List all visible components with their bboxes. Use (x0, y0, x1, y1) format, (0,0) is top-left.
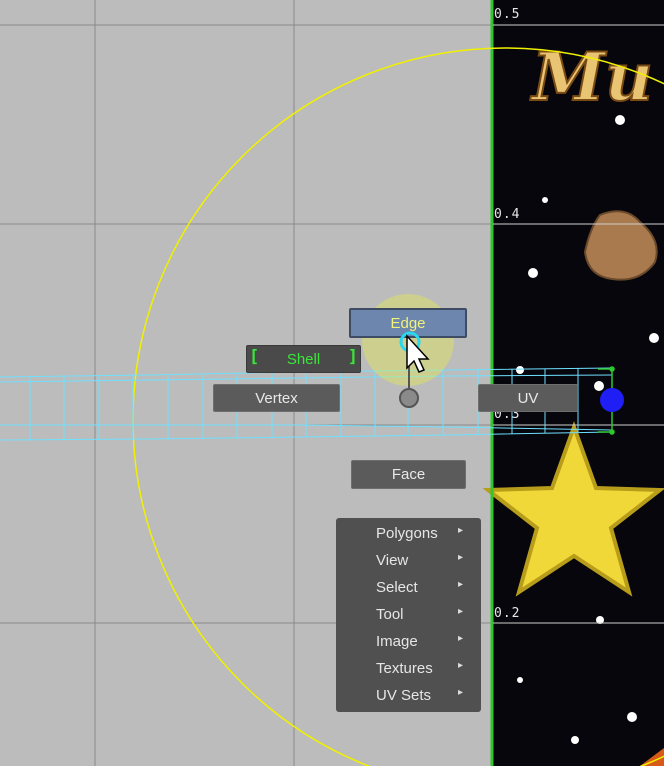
menu-item-uv-sets[interactable]: UV Sets ▸ (376, 682, 481, 709)
uv-grid-canvas[interactable]: Mu (0, 0, 664, 766)
submenu-arrow-icon: ▸ (457, 660, 463, 671)
uv-editor-viewport[interactable]: Mu 0.5 0.4 0.3 0.2 Edge [Shell] Vertex… (0, 0, 664, 766)
texture-image: Mu (482, 0, 664, 766)
submenu-arrow-icon: ▸ (457, 606, 463, 617)
marking-menu-vertex-button[interactable]: Vertex (213, 384, 340, 412)
menu-item-select[interactable]: Select ▸ (376, 574, 481, 601)
circle-handle-icon[interactable] (399, 388, 419, 408)
submenu-arrow-icon: ▸ (457, 687, 463, 698)
menu-item-label: View (376, 552, 409, 569)
menu-item-label: Polygons (376, 525, 438, 542)
menu-item-label: Textures (376, 660, 433, 677)
marking-menu-uv-button[interactable]: UV (478, 384, 578, 412)
submenu-arrow-icon: ▸ (457, 633, 463, 644)
menu-item-tool[interactable]: Tool ▸ (376, 601, 481, 628)
uv-label: UV (517, 389, 539, 407)
bracket-left-icon: [ (249, 347, 260, 367)
menu-item-label: Tool (376, 606, 404, 623)
marking-menu-face-button[interactable]: Face (351, 460, 466, 489)
shell-label: Shell (286, 350, 321, 368)
blue-dot-handle-icon[interactable] (600, 388, 624, 412)
context-menu: Polygons ▸ View ▸ Select ▸ Tool ▸ Image … (336, 518, 481, 712)
vertex-label: Vertex (255, 389, 298, 407)
menu-item-textures[interactable]: Textures ▸ (376, 655, 481, 682)
submenu-arrow-icon: ▸ (457, 579, 463, 590)
uv-tick-label: 0.4 (494, 207, 521, 222)
menu-item-label: UV Sets (376, 687, 432, 704)
menu-item-label: Select (376, 579, 418, 596)
menu-item-view[interactable]: View ▸ (376, 547, 481, 574)
menu-item-label: Image (376, 633, 418, 650)
uv-tick-label: 0.2 (494, 606, 521, 621)
edge-label: Edge (390, 314, 426, 332)
menu-item-polygons[interactable]: Polygons ▸ (376, 520, 481, 547)
marking-menu-shell-button[interactable]: [ Shell ] (246, 345, 361, 373)
menu-item-image[interactable]: Image ▸ (376, 628, 481, 655)
face-label: Face (391, 466, 426, 483)
uv-tick-label: 0.5 (494, 7, 521, 22)
submenu-arrow-icon: ▸ (457, 552, 463, 563)
arrow-pointer-icon (399, 331, 430, 373)
submenu-arrow-icon: ▸ (457, 525, 463, 536)
texture-title-text: Mu (530, 38, 653, 116)
bracket-right-icon: ] (347, 347, 358, 367)
